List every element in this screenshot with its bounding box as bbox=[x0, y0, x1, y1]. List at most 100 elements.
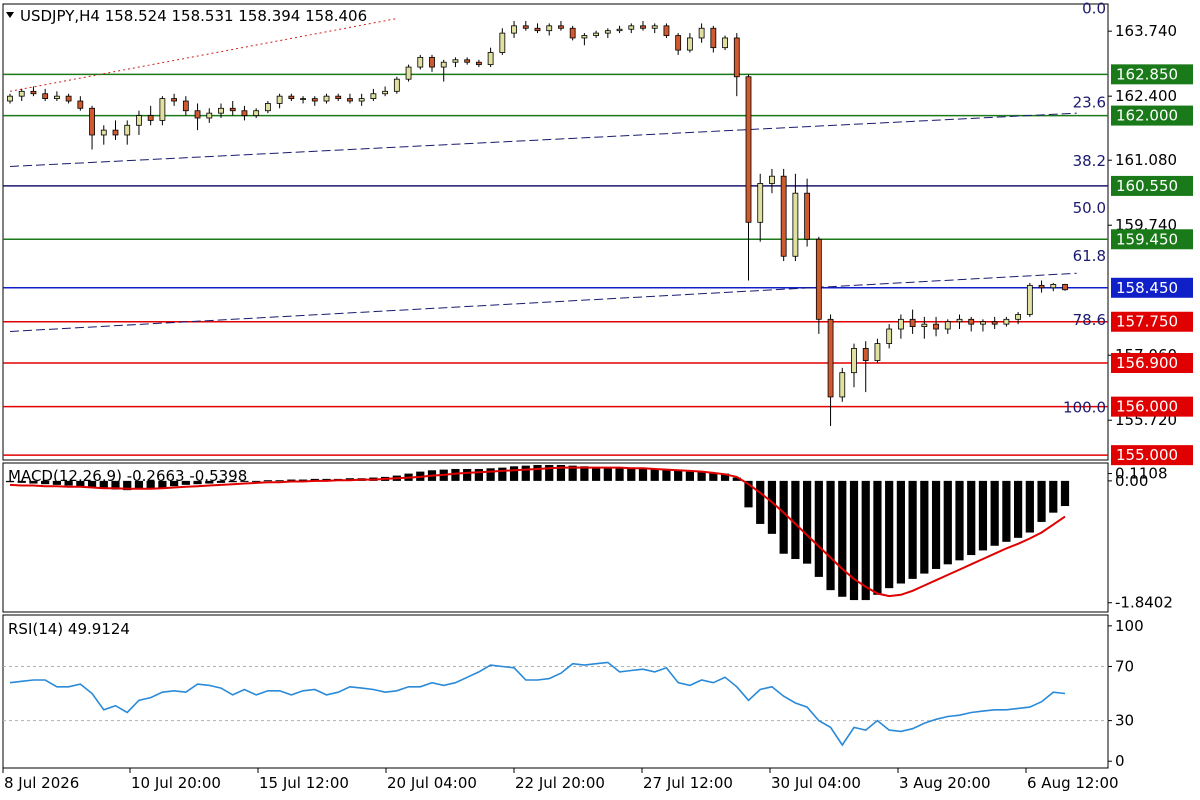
price-pane-frame bbox=[2, 3, 1109, 461]
x-tick-label: 15 Jul 12:00 bbox=[259, 774, 349, 792]
macd-bar bbox=[685, 471, 694, 481]
candle-body-bull bbox=[264, 103, 271, 112]
macd-bar bbox=[650, 468, 659, 481]
candle-body-bull bbox=[370, 93, 377, 99]
macd-bar bbox=[814, 480, 823, 577]
x-tick-label: 3 Aug 20:00 bbox=[899, 774, 991, 792]
fib-level-label: 38.2 bbox=[1073, 152, 1106, 170]
candle bbox=[405, 64, 412, 82]
x-tick-label: 27 Jul 12:00 bbox=[643, 774, 733, 792]
price-badge-label: 156.900 bbox=[1116, 354, 1178, 372]
price-badge: 156.900 bbox=[1111, 352, 1193, 373]
candle-body-bear bbox=[171, 98, 178, 102]
macd-y-tick-label: -1.8402 bbox=[1115, 594, 1173, 612]
candle-body-bull bbox=[511, 25, 517, 34]
candle-body-bear bbox=[182, 100, 189, 112]
candle-body-bull bbox=[886, 328, 893, 344]
macd-bar bbox=[990, 480, 999, 546]
candle-body-bear bbox=[241, 110, 248, 116]
candle-body-bear bbox=[909, 318, 916, 327]
candle-body-bull bbox=[53, 95, 60, 99]
x-tick-label: 30 Jul 04:00 bbox=[771, 774, 861, 792]
macd-bar bbox=[978, 480, 988, 551]
candle-body-bear bbox=[77, 100, 84, 109]
macd-bar bbox=[638, 468, 648, 481]
price-badge: 158.450 bbox=[1111, 277, 1193, 298]
candle-body-bear bbox=[804, 192, 811, 240]
candle-body-bull bbox=[722, 37, 728, 49]
macd-bar bbox=[463, 468, 472, 481]
price-badge: 155.000 bbox=[1111, 445, 1193, 466]
candle-body-bull bbox=[487, 52, 494, 66]
macd-bar bbox=[533, 464, 542, 481]
candle-body-bull bbox=[593, 32, 600, 36]
candle-body-bear bbox=[710, 27, 717, 49]
candle-body-bull bbox=[206, 112, 213, 119]
candle-body-bear bbox=[347, 98, 353, 102]
macd-bar bbox=[861, 480, 870, 601]
candle-body-bull bbox=[300, 98, 306, 100]
candle-body-bull bbox=[159, 98, 166, 121]
macd-bar bbox=[955, 480, 964, 561]
price-badge-label: 158.450 bbox=[1116, 279, 1178, 297]
chart-header: USDJPY,H4 158.524 158.531 158.394 158.40… bbox=[20, 7, 367, 25]
fib-level-label: 23.6 bbox=[1073, 94, 1106, 112]
candle-body-bull bbox=[100, 129, 107, 136]
macd-header: MACD(12,26,9) -0.2663 -0.5398 bbox=[8, 467, 247, 485]
candle-body-bear bbox=[30, 90, 37, 95]
macd-y-tick-label: 0.00 bbox=[1115, 472, 1148, 490]
price-badge-label: 157.750 bbox=[1116, 313, 1178, 331]
macd-bar bbox=[615, 468, 624, 481]
candle bbox=[780, 168, 787, 262]
candle bbox=[1026, 282, 1033, 317]
macd-bar bbox=[1002, 480, 1011, 542]
candle-body-bull bbox=[956, 318, 963, 323]
candle-body-bull bbox=[124, 124, 131, 136]
candle-body-bear bbox=[194, 110, 201, 119]
candle-body-bull bbox=[440, 61, 447, 68]
macd-bar bbox=[1025, 480, 1034, 533]
candle-body-bull bbox=[382, 90, 389, 95]
candle-body-bear bbox=[65, 95, 72, 102]
candle-body-bull bbox=[686, 37, 693, 51]
candle-body-bull bbox=[276, 95, 283, 104]
macd-bar bbox=[908, 480, 917, 579]
chart-root: 163.740162.400161.080159.740157.060155.7… bbox=[2, 0, 1193, 792]
candle bbox=[417, 54, 424, 70]
price-y-tick-label: 162.400 bbox=[1115, 87, 1177, 105]
price-badge-label: 155.000 bbox=[1116, 446, 1178, 464]
macd-bar bbox=[474, 468, 483, 481]
macd-bar bbox=[767, 480, 777, 534]
candle-body-bull bbox=[980, 321, 986, 325]
macd-bar bbox=[943, 480, 952, 565]
macd-bar bbox=[674, 470, 683, 481]
candle-body-bear bbox=[745, 76, 752, 223]
candle-body-bull bbox=[546, 25, 553, 32]
x-tick-label: 10 Jul 20:00 bbox=[131, 774, 221, 792]
candle bbox=[1062, 283, 1068, 291]
candle-body-bull bbox=[651, 25, 658, 29]
candle-body-bear bbox=[827, 318, 834, 398]
candle-body-bear bbox=[815, 238, 822, 320]
candle-body-bull bbox=[944, 321, 951, 330]
x-tick-label: 22 Jul 20:00 bbox=[515, 774, 605, 792]
macd-bar bbox=[592, 466, 601, 481]
macd-bar bbox=[498, 467, 507, 481]
candle-body-bull bbox=[897, 318, 904, 330]
candle-body-bear bbox=[640, 25, 646, 29]
x-tick-label: 20 Jul 04:00 bbox=[387, 774, 477, 792]
macd-bar bbox=[486, 468, 495, 481]
candle-body-bull bbox=[358, 98, 365, 102]
candle-body-bear bbox=[1038, 284, 1045, 289]
macd-bar bbox=[627, 468, 636, 481]
rsi-y-tick-label: 0 bbox=[1115, 752, 1125, 770]
fib-level-label: 78.6 bbox=[1073, 311, 1106, 329]
macd-bar bbox=[756, 480, 765, 524]
candle-body-bull bbox=[393, 78, 400, 92]
candle-body-bull bbox=[921, 323, 928, 327]
price-y-tick-label: 161.080 bbox=[1115, 151, 1177, 169]
price-badge-label: 160.550 bbox=[1116, 177, 1178, 195]
candle-body-bull bbox=[1026, 284, 1033, 315]
candle-body-bear bbox=[663, 25, 670, 36]
candle-body-bear bbox=[522, 25, 529, 29]
